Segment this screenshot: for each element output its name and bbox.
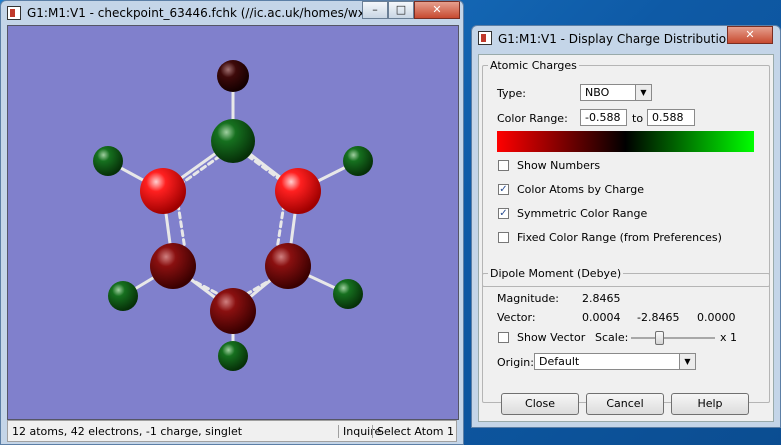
dialog-title-bar[interactable]: G1:M1:V1 - Display Charge Distribution ✕ [472, 26, 780, 50]
color-atoms-by-charge-checkbox[interactable]: ✓ [498, 184, 509, 195]
gaussview-app-icon [7, 6, 21, 20]
atom-h-left-bottom[interactable] [108, 281, 138, 311]
dialog-body: Atomic Charges Type: NBO ▼ Color Range: … [478, 54, 774, 422]
atom-h-right-top[interactable] [343, 146, 373, 176]
atom-ring-bottom[interactable] [210, 288, 256, 334]
color-atoms-by-charge-label: Color Atoms by Charge [517, 183, 644, 196]
dialog-app-icon [478, 31, 492, 45]
type-value: NBO [585, 86, 610, 99]
color-range-label: Color Range: [497, 112, 568, 125]
atom-h-bottom[interactable] [218, 341, 248, 371]
close-button[interactable]: Close [501, 393, 579, 415]
vector-label: Vector: [497, 311, 536, 324]
chevron-down-icon: ▼ [679, 354, 695, 369]
symmetric-color-range-checkbox[interactable]: ✓ [498, 208, 509, 219]
vector-z: 0.0000 [697, 311, 736, 324]
molecule-viewport[interactable] [7, 25, 459, 420]
origin-value: Default [539, 355, 580, 368]
atomic-charges-label: Atomic Charges [488, 59, 579, 72]
viewer-title: G1:M1:V1 - checkpoint_63446.fchk (//ic.a… [27, 6, 404, 20]
atom-ring-lower-left[interactable] [150, 243, 196, 289]
scale-label: Scale: [595, 331, 629, 344]
magnitude-value: 2.8465 [582, 292, 621, 305]
help-button[interactable]: Help [671, 393, 749, 415]
to-label: to [632, 112, 644, 125]
scale-slider-thumb[interactable] [655, 331, 664, 345]
atom-ring-lower-right[interactable] [265, 243, 311, 289]
type-select[interactable]: NBO ▼ [580, 84, 652, 101]
color-range-max-input[interactable]: 0.588 [647, 109, 695, 126]
atom-ring-upper-right[interactable] [275, 168, 321, 214]
atom-top-dark[interactable] [217, 60, 249, 92]
scale-slider-track [631, 337, 715, 339]
show-vector-checkbox[interactable] [498, 332, 509, 343]
dipole-moment-label: Dipole Moment (Debye) [488, 267, 624, 280]
show-numbers-label: Show Numbers [517, 159, 601, 172]
vector-y: -2.8465 [637, 311, 680, 324]
fixed-color-range-label: Fixed Color Range (from Preferences) [517, 231, 722, 244]
chevron-down-icon: ▼ [635, 85, 651, 100]
vector-x: 0.0004 [582, 311, 621, 324]
show-numbers-checkbox[interactable] [498, 160, 509, 171]
fixed-color-range-checkbox[interactable] [498, 232, 509, 243]
symmetric-color-range-label: Symmetric Color Range [517, 207, 648, 220]
atom-h-right-bottom[interactable] [333, 279, 363, 309]
origin-select[interactable]: Default ▼ [534, 353, 696, 370]
viewer-title-bar[interactable]: G1:M1:V1 - checkpoint_63446.fchk (//ic.a… [1, 1, 463, 25]
select-atom-status[interactable]: Select Atom 1 [372, 425, 454, 438]
magnitude-label: Magnitude: [497, 292, 559, 305]
type-label: Type: [497, 87, 526, 100]
atom-ring-upper-left[interactable] [140, 168, 186, 214]
scale-slider[interactable] [631, 331, 715, 345]
molecule-render [93, 60, 373, 371]
scale-suffix: x 1 [720, 331, 738, 344]
charge-distribution-dialog: G1:M1:V1 - Display Charge Distribution ✕… [471, 25, 781, 428]
atom-ring-top[interactable] [211, 119, 255, 163]
maximize-button[interactable]: □ [388, 1, 414, 19]
dialog-close-button[interactable]: ✕ [727, 26, 773, 44]
atom-h-left-top[interactable] [93, 146, 123, 176]
minimize-button[interactable]: – [362, 1, 388, 19]
show-vector-label: Show Vector [517, 331, 586, 344]
color-range-min-input[interactable]: -0.588 [580, 109, 627, 126]
origin-label: Origin: [497, 356, 534, 369]
status-bar: 12 atoms, 42 electrons, -1 charge, singl… [7, 420, 457, 442]
molecule-viewer-window: G1:M1:V1 - checkpoint_63446.fchk (//ic.a… [0, 0, 464, 445]
dialog-title: G1:M1:V1 - Display Charge Distribution [498, 32, 734, 46]
color-gradient-bar [497, 131, 754, 152]
close-window-button[interactable]: ✕ [414, 1, 460, 19]
cancel-button[interactable]: Cancel [586, 393, 664, 415]
status-text: 12 atoms, 42 electrons, -1 charge, singl… [12, 425, 243, 438]
